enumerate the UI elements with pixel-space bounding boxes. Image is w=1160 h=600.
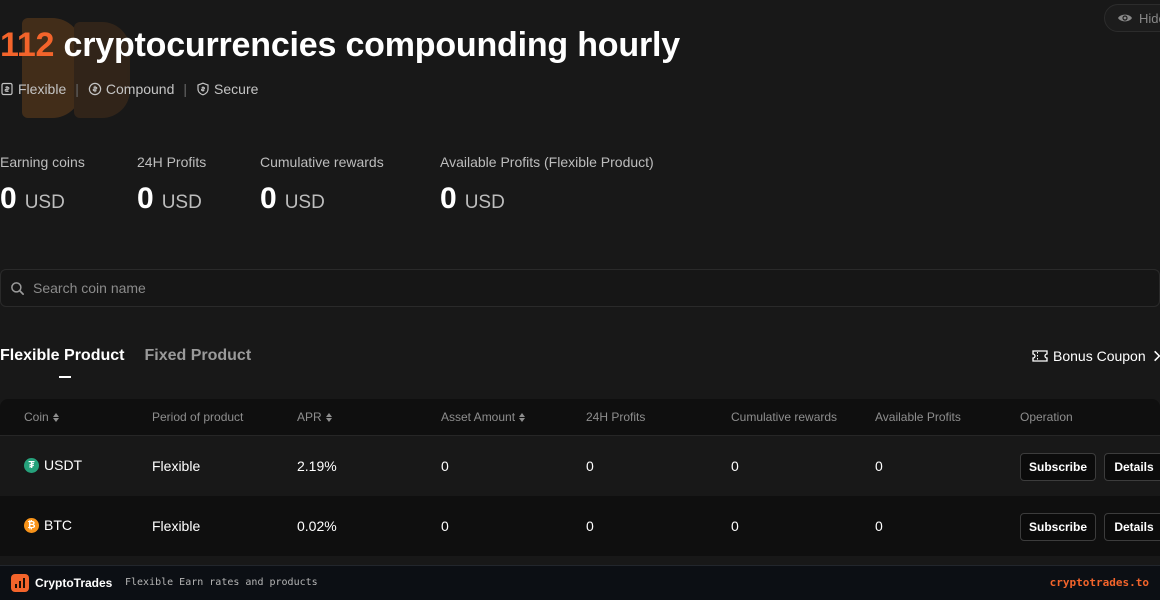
- dollar-circle-icon: [88, 82, 102, 96]
- tab-fixed-product[interactable]: Fixed Product: [144, 347, 251, 365]
- column-header-coin[interactable]: Coin: [24, 410, 59, 424]
- earn-page: Hide 112 cryptocurrencies compounding ho…: [0, 0, 1160, 600]
- footer-bar: CryptoTrades Flexible Earn rates and pro…: [0, 565, 1160, 600]
- chevron-right-icon: [1153, 350, 1160, 362]
- stat-unit: USD: [24, 192, 65, 213]
- available-profits-cell: 0: [875, 458, 883, 474]
- profits-24h-cell: 0: [586, 458, 594, 474]
- stat-value: 0: [260, 182, 277, 215]
- crypto-count: 112: [0, 26, 55, 64]
- search-input[interactable]: [33, 280, 633, 296]
- stat-unit: USD: [464, 192, 505, 213]
- bar-chart-logo-icon: [11, 574, 29, 592]
- stat-available-profits: Available Profits (Flexible Product) 0 US…: [440, 154, 654, 216]
- coin-cell: ₮ USDT: [24, 457, 82, 473]
- stat-unit: USD: [284, 192, 325, 213]
- column-header-cumulative-rewards: Cumulative rewards: [731, 410, 838, 424]
- product-tabs: Flexible Product Fixed Product: [0, 347, 251, 378]
- btc-coin-icon: ₿: [24, 517, 39, 533]
- tab-flexible-product[interactable]: Flexible Product: [0, 347, 124, 378]
- feature-secure: Secure: [196, 81, 258, 97]
- stat-label: 24H Profits: [137, 154, 207, 170]
- stat-unit: USD: [161, 192, 202, 213]
- stat-24h-profits: 24H Profits 0 USD: [137, 154, 206, 216]
- bonus-coupon-link[interactable]: Bonus Coupon: [1031, 347, 1160, 365]
- hide-balance-button[interactable]: Hide: [1104, 4, 1160, 32]
- period-cell: Flexible: [152, 518, 201, 534]
- details-button[interactable]: Details: [1104, 513, 1160, 541]
- subscribe-button[interactable]: Subscribe: [1020, 513, 1096, 541]
- stat-value: 0: [137, 182, 154, 215]
- stat-value: 0: [440, 182, 457, 215]
- coin-name: USDT: [44, 457, 83, 473]
- footer-domain-link[interactable]: cryptotrades.to: [1050, 576, 1149, 589]
- table-row: ₿ BTC Flexible 0.02% 0 0 0 0 Subscribe D…: [0, 496, 1160, 556]
- headline-text: cryptocurrencies compounding hourly: [54, 26, 681, 64]
- search-bar: [0, 269, 1160, 307]
- sort-icon: [52, 412, 59, 422]
- wallet-icon: [1, 82, 13, 96]
- coin-name: BTC: [44, 517, 72, 533]
- sort-icon: [519, 412, 526, 422]
- shield-icon: [197, 82, 209, 96]
- table-header: Coin Period of product APR Asset Amount …: [0, 399, 1160, 436]
- stat-label: Cumulative rewards: [260, 154, 384, 170]
- column-header-asset-amount[interactable]: Asset Amount: [441, 410, 526, 424]
- details-button[interactable]: Details: [1104, 453, 1160, 481]
- column-header-24h-profits: 24H Profits: [586, 410, 646, 424]
- available-profits-cell: 0: [875, 518, 883, 534]
- stat-label: Earning coins: [0, 154, 85, 170]
- feature-flexible: Flexible: [0, 81, 66, 97]
- column-header-period: Period of product: [152, 410, 244, 424]
- cumulative-rewards-cell: 0: [731, 518, 739, 534]
- stat-value: 0: [0, 182, 17, 215]
- products-table: Coin Period of product APR Asset Amount …: [0, 399, 1160, 556]
- apr-cell: 0.02%: [297, 518, 337, 534]
- stat-earning-coins: Earning coins 0 USD: [0, 154, 85, 216]
- footer-tagline: Flexible Earn rates and products: [125, 577, 318, 588]
- bonus-coupon-label: Bonus Coupon: [1053, 348, 1146, 364]
- column-header-available-profits: Available Profits: [875, 410, 961, 424]
- subscribe-button[interactable]: Subscribe: [1020, 453, 1096, 481]
- footer-brand: CryptoTrades: [35, 576, 113, 590]
- coin-cell: ₿ BTC: [24, 517, 72, 533]
- stat-cumulative-rewards: Cumulative rewards 0 USD: [260, 154, 384, 216]
- period-cell: Flexible: [152, 458, 201, 474]
- sort-icon: [325, 412, 332, 422]
- apr-cell: 2.19%: [297, 458, 337, 474]
- hide-label: Hide: [1139, 10, 1160, 26]
- eye-icon: [1118, 14, 1132, 22]
- table-row: ₮ USDT Flexible 2.19% 0 0 0 0 Subscribe …: [0, 436, 1160, 496]
- profits-24h-cell: 0: [586, 518, 594, 534]
- feature-tags: Flexible | Compound | Secure: [0, 81, 258, 97]
- column-header-operation: Operation: [1020, 410, 1073, 424]
- stat-label: Available Profits (Flexible Product): [440, 154, 654, 170]
- ticket-icon: [1032, 350, 1048, 362]
- asset-amount-cell: 0: [441, 458, 449, 474]
- feature-separator: |: [183, 81, 188, 97]
- usdt-coin-icon: ₮: [24, 457, 39, 473]
- cumulative-rewards-cell: 0: [731, 458, 739, 474]
- asset-amount-cell: 0: [441, 518, 449, 534]
- feature-separator: |: [75, 81, 79, 97]
- feature-compound: Compound: [88, 81, 174, 97]
- search-icon: [11, 281, 24, 295]
- column-header-apr[interactable]: APR: [297, 410, 332, 424]
- page-title: 112 cryptocurrencies compounding hourly: [0, 26, 680, 65]
